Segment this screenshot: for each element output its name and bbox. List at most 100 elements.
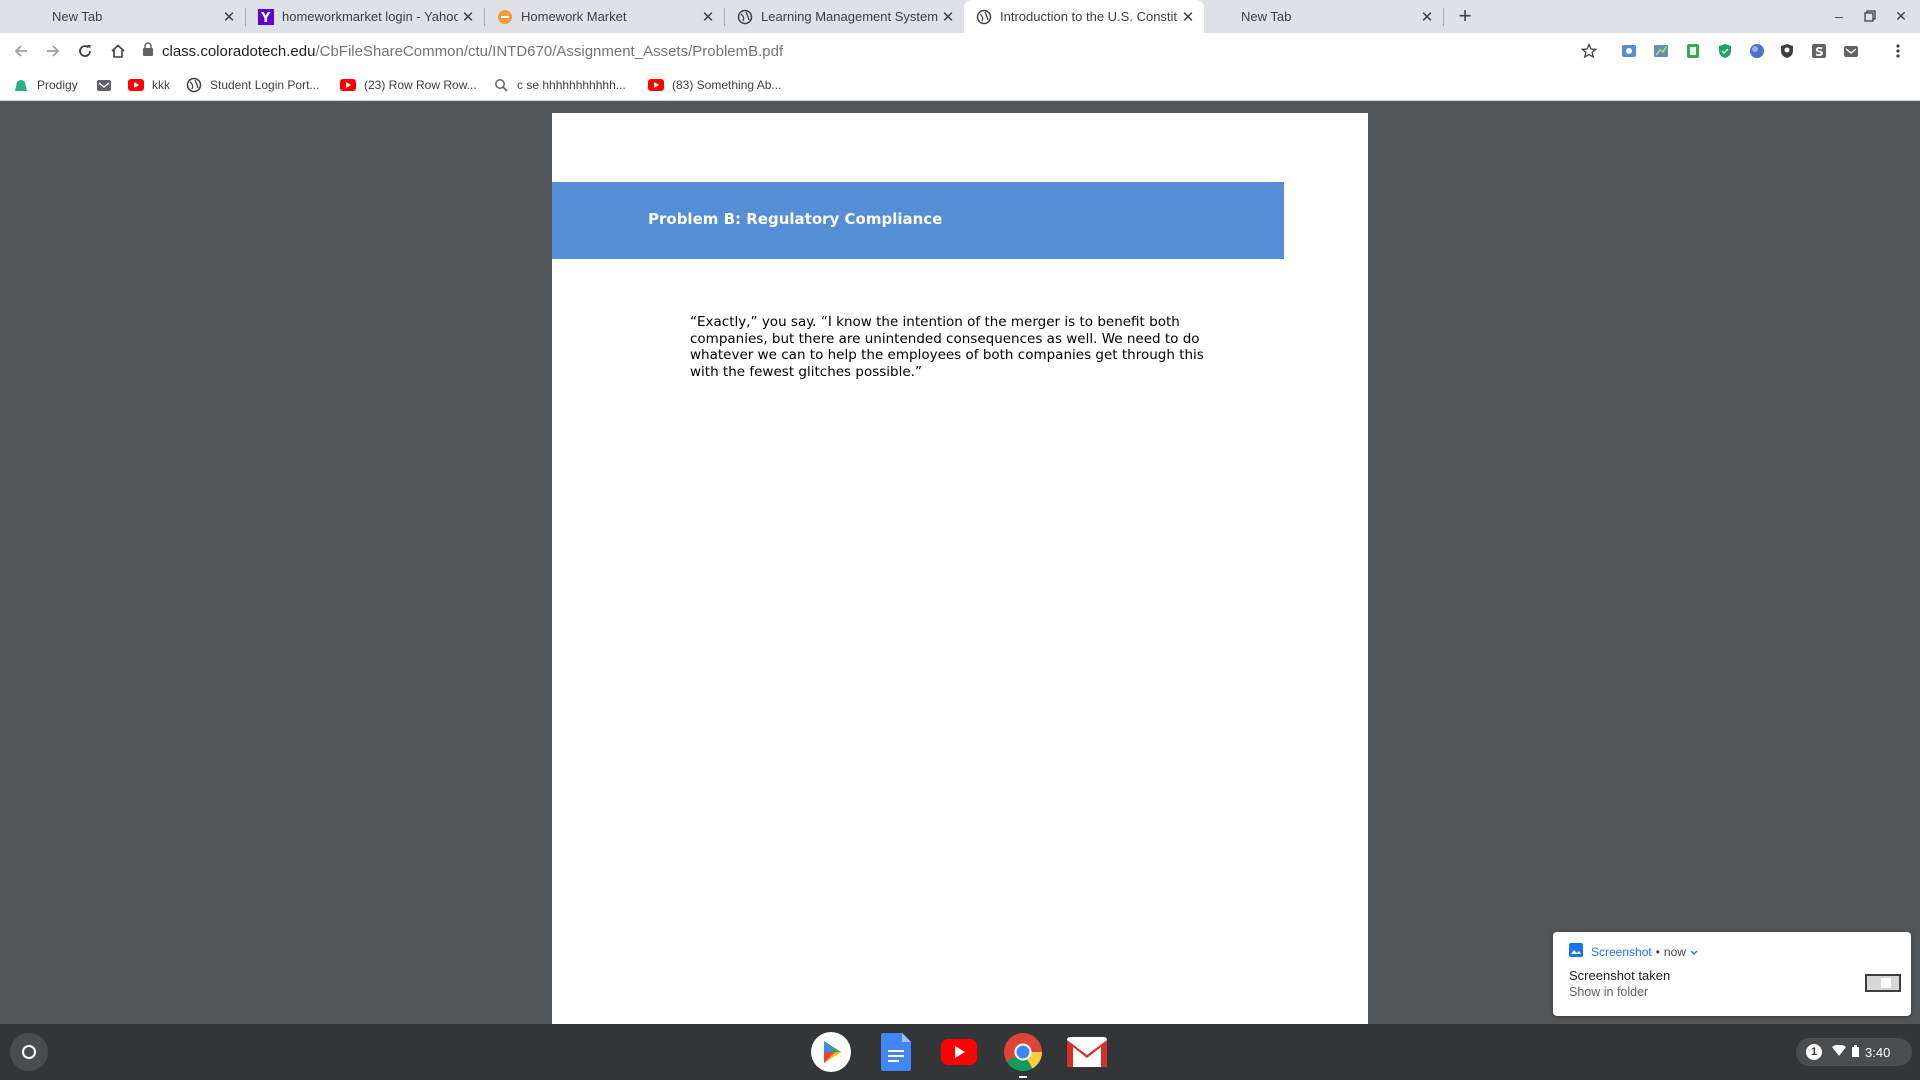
bookmark-label: Prodigy (37, 78, 78, 92)
restore-icon[interactable] (1858, 5, 1882, 27)
tab-strip: New Tab ✕ Y homeworkmarket login - Yahoo… (0, 0, 1920, 33)
close-icon[interactable]: ✕ (938, 7, 958, 27)
svg-text:S: S (1815, 45, 1824, 59)
globe-icon (186, 77, 202, 93)
screenshot-thumbnail[interactable] (1865, 974, 1901, 992)
tab-title: Learning Management System (761, 9, 938, 24)
extension-inbox-icon[interactable] (1841, 41, 1861, 61)
bookmarks-bar: Prodigy kkk Student Login Port... (23) R… (0, 69, 1920, 101)
bookmark-label: (83) Something Ab... (672, 78, 782, 92)
play-store-icon[interactable] (811, 1032, 851, 1072)
address-bar[interactable]: class.coloradotech.edu/CbFileShareCommon… (142, 37, 1582, 65)
tab-title: homeworkmarket login - Yahoo Search Resu… (282, 9, 458, 24)
bookmark-student-login[interactable]: Student Login Port... (186, 75, 319, 95)
homework-market-icon (497, 9, 513, 25)
bookmark-prodigy[interactable]: Prodigy (13, 75, 78, 95)
body-paragraph: “Exactly,” you say. “I know the intentio… (690, 314, 1204, 380)
youtube-icon (128, 77, 144, 93)
svg-text:Y: Y (260, 11, 271, 25)
status-tray[interactable]: 1 3:40 (1796, 1038, 1912, 1066)
home-icon[interactable] (106, 39, 130, 63)
bookmark-search[interactable]: c se hhhhhhhhhhh... (493, 75, 626, 95)
tab-title: Homework Market (521, 9, 627, 24)
close-icon[interactable]: ✕ (1417, 7, 1437, 27)
tab-homework-market[interactable]: Homework Market ✕ (485, 0, 725, 33)
tab-yahoo-search[interactable]: Y homeworkmarket login - Yahoo Search Re… (246, 0, 485, 33)
forward-arrow-icon[interactable] (41, 39, 65, 63)
url-path: /CbFileShareCommon/ctu/INTD670/Assignmen… (315, 42, 784, 60)
bookmark-label: kkk (152, 78, 170, 92)
extension-badge-icon[interactable] (1777, 41, 1797, 61)
shelf: 1 3:40 (0, 1024, 1920, 1080)
notification-title: Screenshot taken (1569, 968, 1671, 983)
close-icon[interactable]: ✕ (219, 7, 239, 27)
notification-header: Screenshot • now (1569, 943, 1698, 960)
bookmark-something[interactable]: (83) Something Ab... (648, 75, 781, 95)
search-icon (493, 77, 509, 93)
yahoo-icon: Y (258, 8, 274, 25)
minimize-icon[interactable]: – (1827, 5, 1851, 27)
launcher-button[interactable] (10, 1033, 48, 1071)
bookmark-label: c se hhhhhhhhhhh... (517, 78, 626, 92)
notification-time: now (1663, 944, 1686, 959)
youtube-icon[interactable] (939, 1032, 979, 1072)
gmail-icon[interactable] (1067, 1032, 1107, 1072)
close-icon[interactable]: ✕ (698, 7, 718, 27)
notification-app-name: Screenshot (1591, 944, 1652, 959)
globe-icon (976, 9, 992, 25)
extension-chart-icon[interactable] (1651, 41, 1671, 61)
thumbnail-page (1881, 978, 1891, 988)
running-indicator (1019, 1076, 1027, 1078)
browser-toolbar: class.coloradotech.edu/CbFileShareCommon… (0, 33, 1920, 69)
chevron-down-icon[interactable] (1690, 945, 1698, 959)
chrome-icon[interactable] (1003, 1032, 1043, 1078)
back-arrow-icon[interactable] (9, 39, 33, 63)
clock-time: 3:40 (1865, 1044, 1891, 1060)
bookmark-mail[interactable] (96, 75, 120, 95)
lock-icon[interactable] (142, 41, 154, 61)
tab-title: New Tab (52, 9, 103, 24)
wifi-icon (1832, 1044, 1846, 1060)
tab-title: Introduction to the U.S. Constitution (1000, 9, 1178, 24)
new-tab-button[interactable]: + (1452, 4, 1478, 30)
extension-camera-icon[interactable] (1619, 41, 1639, 61)
mail-icon (96, 77, 112, 93)
pdf-viewer[interactable]: Problem B: Regulatory Compliance “Exactl… (0, 102, 1920, 1053)
show-in-folder-link[interactable]: Show in folder (1569, 985, 1648, 999)
tab-us-constitution[interactable]: Introduction to the U.S. Constitution ✕ (964, 0, 1204, 33)
extension-shield-icon[interactable] (1715, 41, 1735, 61)
close-icon[interactable]: ✕ (458, 7, 478, 27)
tab-learning-management[interactable]: Learning Management System ✕ (725, 0, 964, 33)
blank-favicon (8, 9, 24, 25)
url-text[interactable]: class.coloradotech.edu/CbFileShareCommon… (162, 43, 783, 60)
extension-s-icon[interactable]: S (1809, 41, 1829, 61)
extension-globe-icon[interactable] (1747, 41, 1767, 61)
blank-favicon (1217, 9, 1233, 25)
notification-dot: • (1655, 944, 1660, 959)
google-docs-icon[interactable] (876, 1032, 916, 1072)
bookmark-star-icon[interactable] (1579, 41, 1599, 61)
bookmark-label: Student Login Port... (210, 78, 320, 92)
bookmark-kkk[interactable]: kkk (128, 75, 170, 95)
section-banner: Problem B: Regulatory Compliance (552, 182, 1284, 259)
tab-title: New Tab (1241, 9, 1292, 24)
extension-document-icon[interactable] (1683, 41, 1703, 61)
youtube-icon (648, 77, 664, 93)
screenshot-notification[interactable]: Screenshot • now Screenshot taken Show i… (1553, 932, 1911, 1016)
battery-icon (1852, 1044, 1859, 1060)
close-icon[interactable]: ✕ (1178, 7, 1198, 27)
banner-title: Problem B: Regulatory Compliance (648, 210, 943, 228)
youtube-icon (340, 77, 356, 93)
tab-new-tab-1[interactable]: New Tab ✕ (0, 0, 246, 33)
reload-icon[interactable] (73, 39, 97, 63)
pdf-page: Problem B: Regulatory Compliance “Exactl… (552, 113, 1368, 1053)
menu-dots-icon[interactable] (1888, 41, 1908, 61)
close-window-icon[interactable]: ✕ (1889, 5, 1913, 27)
tab-separator (1443, 8, 1444, 26)
image-icon (1569, 943, 1583, 960)
tab-new-tab-2[interactable]: New Tab ✕ (1205, 0, 1444, 33)
notification-count-badge[interactable]: 1 (1806, 1044, 1822, 1060)
prodigy-icon (13, 77, 29, 93)
bookmark-row-row-row[interactable]: (23) Row Row Row... (340, 75, 477, 95)
url-domain: class.coloradotech.edu (162, 42, 316, 60)
